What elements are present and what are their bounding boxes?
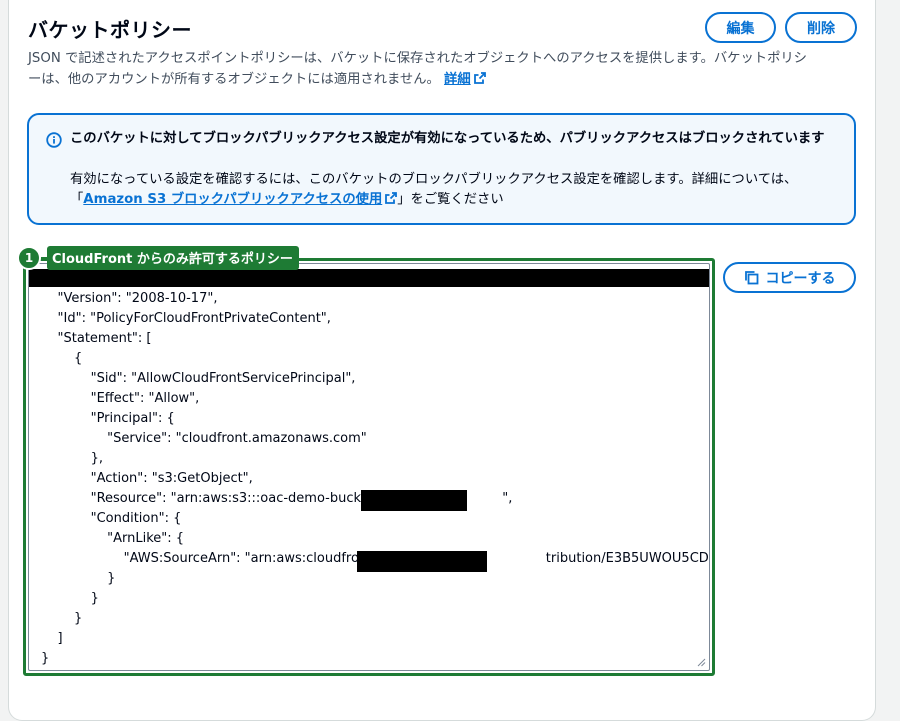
redaction-bar bbox=[29, 269, 709, 287]
external-link-icon bbox=[385, 192, 398, 204]
copy-icon bbox=[744, 271, 758, 285]
page-title: バケットポリシー bbox=[28, 18, 192, 42]
resize-handle-icon[interactable] bbox=[696, 657, 706, 667]
annotation-highlight-frame: "Version": "2008-10-17", "Id": "PolicyFo… bbox=[23, 258, 715, 676]
policy-json-text: "Version": "2008-10-17", "Id": "PolicyFo… bbox=[41, 289, 709, 669]
description-line-1: JSON で記述されたアクセスポイントポリシーは、バケットに保存されたオブジェク… bbox=[28, 51, 807, 66]
annotation-number: 1 bbox=[17, 246, 41, 270]
code-line: "Id": "PolicyForCloudFrontPrivateContent… bbox=[41, 311, 331, 326]
code-line: "Action": "s3:GetObject", bbox=[41, 471, 253, 486]
learn-more-link-label: 詳細 bbox=[444, 72, 471, 87]
annotation-label: CloudFront からのみ許可するポリシー bbox=[47, 246, 299, 270]
learn-more-link[interactable]: 詳細 bbox=[444, 72, 486, 87]
policy-json-editor[interactable]: "Version": "2008-10-17", "Id": "PolicyFo… bbox=[28, 263, 710, 671]
delete-button[interactable]: 削除 bbox=[785, 12, 857, 43]
copy-button[interactable]: コピーする bbox=[723, 262, 856, 293]
code-line: "Condition": { bbox=[41, 511, 182, 526]
external-link-icon bbox=[473, 72, 486, 84]
edit-button[interactable]: 編集 bbox=[705, 12, 776, 43]
description-line-2: ーは、他のアカウントが所有するオブジェクトには適用されません。 bbox=[28, 72, 440, 87]
code-line: "Version": "2008-10-17", bbox=[41, 291, 218, 306]
code-line: "Service": "cloudfront.amazonaws.com" bbox=[41, 431, 367, 446]
policy-description: JSON で記述されたアクセスポイントポリシーは、バケットに保存されたオブジェク… bbox=[28, 48, 848, 90]
info-icon bbox=[46, 132, 62, 148]
code-line: } bbox=[41, 651, 50, 666]
code-line: { bbox=[41, 351, 83, 366]
code-line: } bbox=[41, 611, 83, 626]
alert-title: このバケットに対してブロックパブリックアクセス設定が有効になっているため、パブリ… bbox=[70, 131, 825, 146]
code-line: } bbox=[41, 571, 116, 586]
code-line: ] bbox=[41, 631, 63, 646]
alert-body-suffix: 」をご覧ください bbox=[397, 192, 504, 207]
code-line: }, bbox=[41, 451, 103, 466]
block-public-access-doc-link-label: Amazon S3 ブロックパブリックアクセスの使用 bbox=[83, 192, 383, 207]
bucket-policy-panel: バケットポリシー 編集 削除 JSON で記述されたアクセスポイントポリシーは、… bbox=[8, 0, 876, 721]
code-line: "Effect": "Allow", bbox=[41, 391, 200, 406]
copy-button-label: コピーする bbox=[765, 270, 836, 287]
block-public-access-doc-link[interactable]: Amazon S3 ブロックパブリックアクセスの使用 bbox=[83, 192, 398, 207]
redaction-box-source-arn bbox=[357, 551, 487, 572]
code-line: "Principal": { bbox=[41, 411, 175, 426]
alert-body: 有効になっている設定を確認するには、このバケットのブロックパブリックアクセス設定… bbox=[70, 170, 840, 210]
code-line: "Statement": [ bbox=[41, 331, 152, 346]
redaction-box-resource bbox=[361, 490, 467, 511]
code-line: "Sid": "AllowCloudFrontServicePrincipal"… bbox=[41, 371, 356, 386]
annotation-callout: 1 CloudFront からのみ許可するポリシー bbox=[17, 246, 299, 270]
block-public-access-alert: このバケットに対してブロックパブリックアクセス設定が有効になっているため、パブリ… bbox=[27, 113, 856, 225]
code-line: } bbox=[41, 591, 99, 606]
code-line: "ArnLike": { bbox=[41, 531, 185, 546]
